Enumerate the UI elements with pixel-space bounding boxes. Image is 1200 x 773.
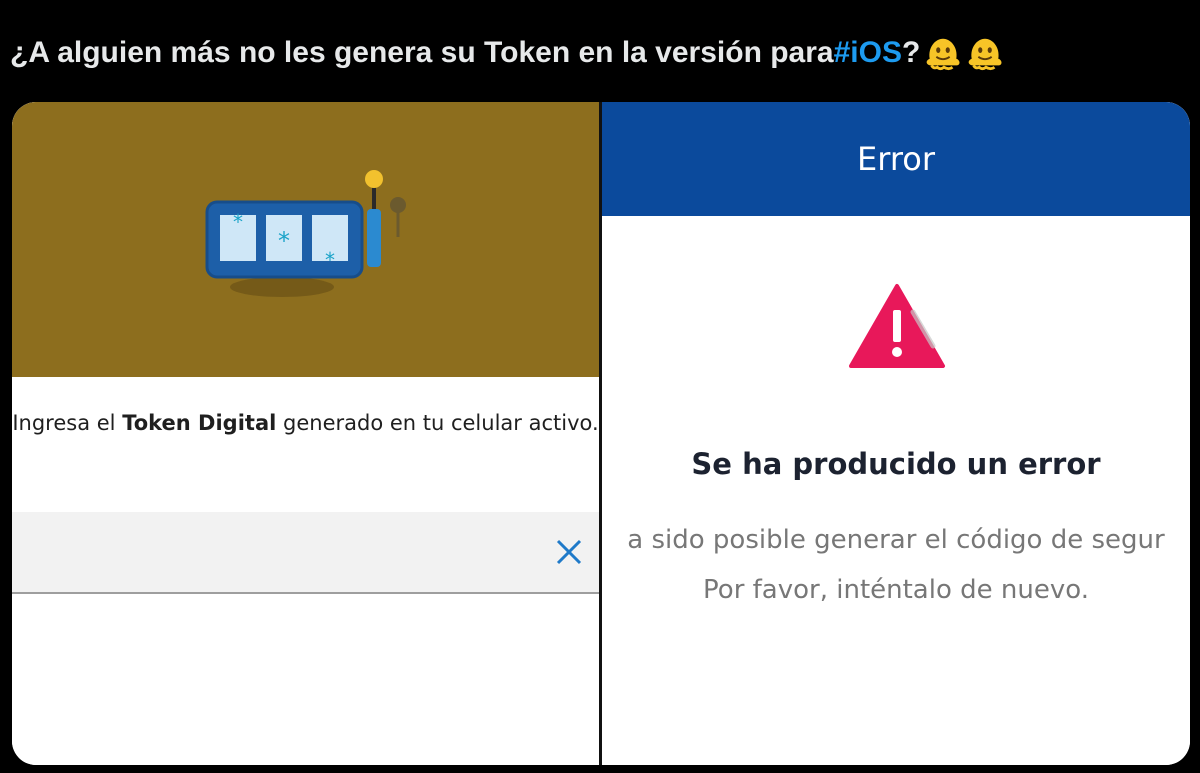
error-message: a sido posible generar el código de segu… (602, 515, 1190, 615)
instruction-bold: Token Digital (122, 411, 277, 435)
token-banner: * * * (12, 102, 599, 377)
warning-triangle-icon (849, 284, 945, 368)
token-instruction: Ingresa el Token Digital generado en tu … (12, 402, 599, 444)
token-slot-machine-illustration: * * * (205, 170, 406, 297)
svg-text:*: * (278, 227, 290, 255)
svg-text:*: * (233, 210, 243, 234)
error-title: Se ha producido un error (691, 447, 1101, 481)
tweet-text-after: ? (901, 36, 921, 69)
melting-face-emoji-icon (968, 38, 1002, 71)
instruction-suffix: generado en tu celular activo. (276, 411, 599, 435)
svg-text:*: * (325, 248, 335, 272)
token-screen: * * * Ingresa el Token Digital generado … (12, 102, 599, 765)
close-icon[interactable] (551, 534, 587, 570)
error-header: Error (602, 102, 1190, 216)
error-message-line2: Por favor, inténtalo de nuevo. (703, 575, 1089, 605)
instruction-prefix: Ingresa el (12, 411, 123, 435)
error-message-line1: a sido posible generar el código de segu… (627, 525, 1165, 555)
hashtag-link[interactable]: #iOS (834, 36, 902, 70)
token-input[interactable] (12, 512, 599, 594)
error-screen: Error Se ha producido un error a sido po… (602, 102, 1190, 765)
tweet-text: ¿A alguien más no les genera su Token en… (10, 28, 1004, 78)
tweet-media[interactable]: * * * Ingresa el Token Digital generado … (12, 102, 1190, 765)
tweet-text-before: ¿A alguien más no les genera su Token en… (10, 36, 834, 69)
melting-face-emoji-icon (926, 38, 960, 71)
